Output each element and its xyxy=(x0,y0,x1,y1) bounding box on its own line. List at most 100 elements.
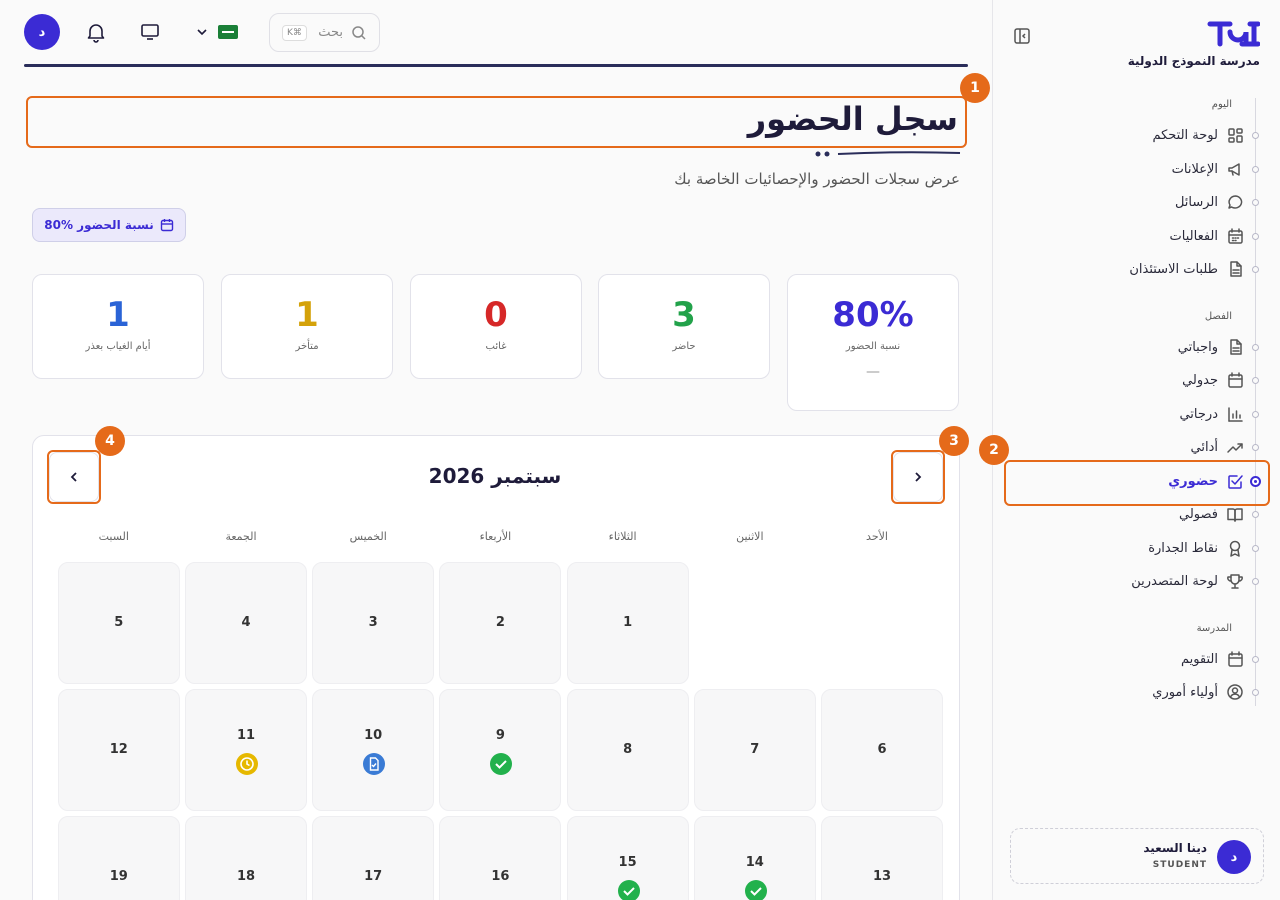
sidebar-item-0[interactable]: لوحة التحكم xyxy=(1044,120,1244,150)
calendar-icon xyxy=(1228,372,1243,388)
calendar-day[interactable]: 12 xyxy=(57,689,180,811)
nav-rail-dot xyxy=(1252,344,1259,351)
calendar-day[interactable]: 13 xyxy=(821,816,943,900)
bell-icon[interactable] xyxy=(85,21,107,43)
calendar-day[interactable]: 6 xyxy=(821,689,943,811)
weekday-label: الثلاثاء xyxy=(608,530,637,543)
day-number: 18 xyxy=(236,869,256,884)
stat-label: متأخر xyxy=(295,341,319,352)
annotation-badge-3: 3 xyxy=(939,426,969,456)
calendar-day[interactable]: 19 xyxy=(57,816,180,900)
user-avatar: د xyxy=(1217,840,1251,874)
calendar-day[interactable]: 9 xyxy=(439,689,562,811)
day-number: 1 xyxy=(623,615,633,630)
sidebar-item-label: فصولي xyxy=(1179,506,1218,522)
sidebar-item-5[interactable]: واجباتي xyxy=(1044,332,1244,362)
stat-card-3: 1 متأخر xyxy=(221,274,393,379)
day-number: 8 xyxy=(623,742,633,757)
sidebar-item-label: الإعلانات xyxy=(1171,161,1218,177)
nav-rail-dot xyxy=(1252,411,1259,418)
annotation-box-2 xyxy=(1004,460,1270,506)
sidebar-item-2[interactable]: الرسائل xyxy=(1044,187,1244,217)
sidebar-item-label: جدولي xyxy=(1182,372,1218,388)
nav-rail-dot xyxy=(1252,233,1259,240)
calendar-day[interactable]: 8 xyxy=(566,689,689,811)
chevron-left-icon xyxy=(70,472,77,482)
nav-rail-dot xyxy=(1252,578,1259,585)
search-input[interactable]: بحث K⌘ xyxy=(269,13,380,52)
stat-card-0: 80% نسبة الحضور — xyxy=(787,274,959,411)
document-icon xyxy=(1230,261,1242,277)
sidebar-item-6[interactable]: جدولي xyxy=(1044,365,1244,395)
nav-section-today: اليوم xyxy=(1211,99,1232,110)
calendar-day[interactable]: 17 xyxy=(312,816,435,900)
nav-rail-dot xyxy=(1252,199,1259,206)
saudi-flag-icon xyxy=(218,25,238,39)
monitor-icon[interactable] xyxy=(139,21,161,43)
user-card[interactable]: د دينا السعيد STUDENT xyxy=(1010,828,1264,884)
sidebar-collapse-icon[interactable] xyxy=(1013,27,1031,45)
calendar-grid-icon xyxy=(1228,228,1243,244)
sidebar-item-14[interactable]: أولياء أموري xyxy=(1044,677,1244,707)
day-number: 2 xyxy=(495,615,505,630)
user-name: دينا السعيد xyxy=(1143,841,1207,855)
stat-label: أيام الغياب بعذر xyxy=(85,341,151,352)
chevron-down-icon xyxy=(197,29,207,36)
present-check-icon xyxy=(744,880,767,900)
sidebar-item-11[interactable]: نقاط الجدارة xyxy=(1044,533,1244,563)
stat-label: حاضر xyxy=(672,341,696,352)
calendar-day[interactable]: 4 xyxy=(185,562,307,684)
sidebar-item-12[interactable]: لوحة المتصدرين xyxy=(1044,566,1244,596)
sidebar-item-label: لوحة المتصدرين xyxy=(1131,573,1218,589)
day-number: 15 xyxy=(618,855,637,870)
day-number: 10 xyxy=(364,728,383,743)
annotation-badge-2: 2 xyxy=(979,435,1009,465)
calendar-day[interactable]: 1 xyxy=(566,562,689,684)
prev-month-button[interactable] xyxy=(49,452,99,502)
book-icon xyxy=(1227,508,1243,522)
stat-value: 1 xyxy=(106,295,130,335)
calendar-day[interactable]: 3 xyxy=(312,562,435,684)
sidebar-item-label: الرسائل xyxy=(1174,194,1218,210)
sidebar-item-label: لوحة التحكم xyxy=(1152,127,1218,143)
calendar-day[interactable]: 11 xyxy=(185,689,307,811)
calendar-day[interactable]: 14 xyxy=(693,816,816,900)
day-number: 5 xyxy=(114,615,124,630)
avatar[interactable]: د xyxy=(24,14,60,50)
calendar-day[interactable]: 18 xyxy=(185,816,307,900)
day-number: 13 xyxy=(872,869,892,884)
stat-trend: — xyxy=(866,364,880,380)
calendar-day[interactable]: 10 xyxy=(312,689,435,811)
nav-rail-dot xyxy=(1252,545,1259,552)
chat-icon xyxy=(1228,195,1243,209)
next-month-button[interactable] xyxy=(893,452,943,502)
sidebar-item-8[interactable]: أدائي xyxy=(1044,432,1244,462)
stat-value: 80% xyxy=(832,295,914,335)
sidebar-item-4[interactable]: طلبات الاستئذان xyxy=(1044,254,1244,284)
nav-rail-dot xyxy=(1252,444,1259,451)
nav-rail-dot xyxy=(1252,511,1259,518)
sidebar-item-13[interactable]: التقويم xyxy=(1044,644,1244,674)
nav-rail-dot xyxy=(1252,132,1259,139)
sidebar-item-7[interactable]: درجاتي xyxy=(1044,399,1244,429)
nav-rail-dot xyxy=(1252,166,1259,173)
calendar-day[interactable]: 2 xyxy=(439,562,562,684)
calendar-day[interactable]: 15 xyxy=(566,816,689,900)
language-selector[interactable] xyxy=(196,22,244,42)
calendar-day[interactable]: 5 xyxy=(57,562,180,684)
present-check-icon xyxy=(617,880,640,900)
school-name: مدرسة النموذج الدولية xyxy=(1127,54,1260,68)
day-number: 3 xyxy=(368,615,378,630)
sidebar-item-label: أولياء أموري xyxy=(1152,684,1218,700)
calendar-month: سبتمبر 2026 xyxy=(428,464,562,488)
calendar-day[interactable]: 16 xyxy=(439,816,562,900)
sidebar-item-label: الفعاليات xyxy=(1169,228,1218,244)
sidebar-item-3[interactable]: الفعاليات xyxy=(1044,221,1244,251)
sidebar-item-1[interactable]: الإعلانات xyxy=(1044,154,1244,184)
nav-rail-dot xyxy=(1252,656,1259,663)
chip-label: 80% نسبة الحضور xyxy=(44,218,154,232)
nav-section-school: المدرسة xyxy=(1196,623,1232,634)
day-number: 19 xyxy=(109,869,128,884)
calendar-day[interactable]: 7 xyxy=(693,689,816,811)
page-subtitle: عرض سجلات الحضور والإحصائيات الخاصة بك xyxy=(674,170,960,188)
